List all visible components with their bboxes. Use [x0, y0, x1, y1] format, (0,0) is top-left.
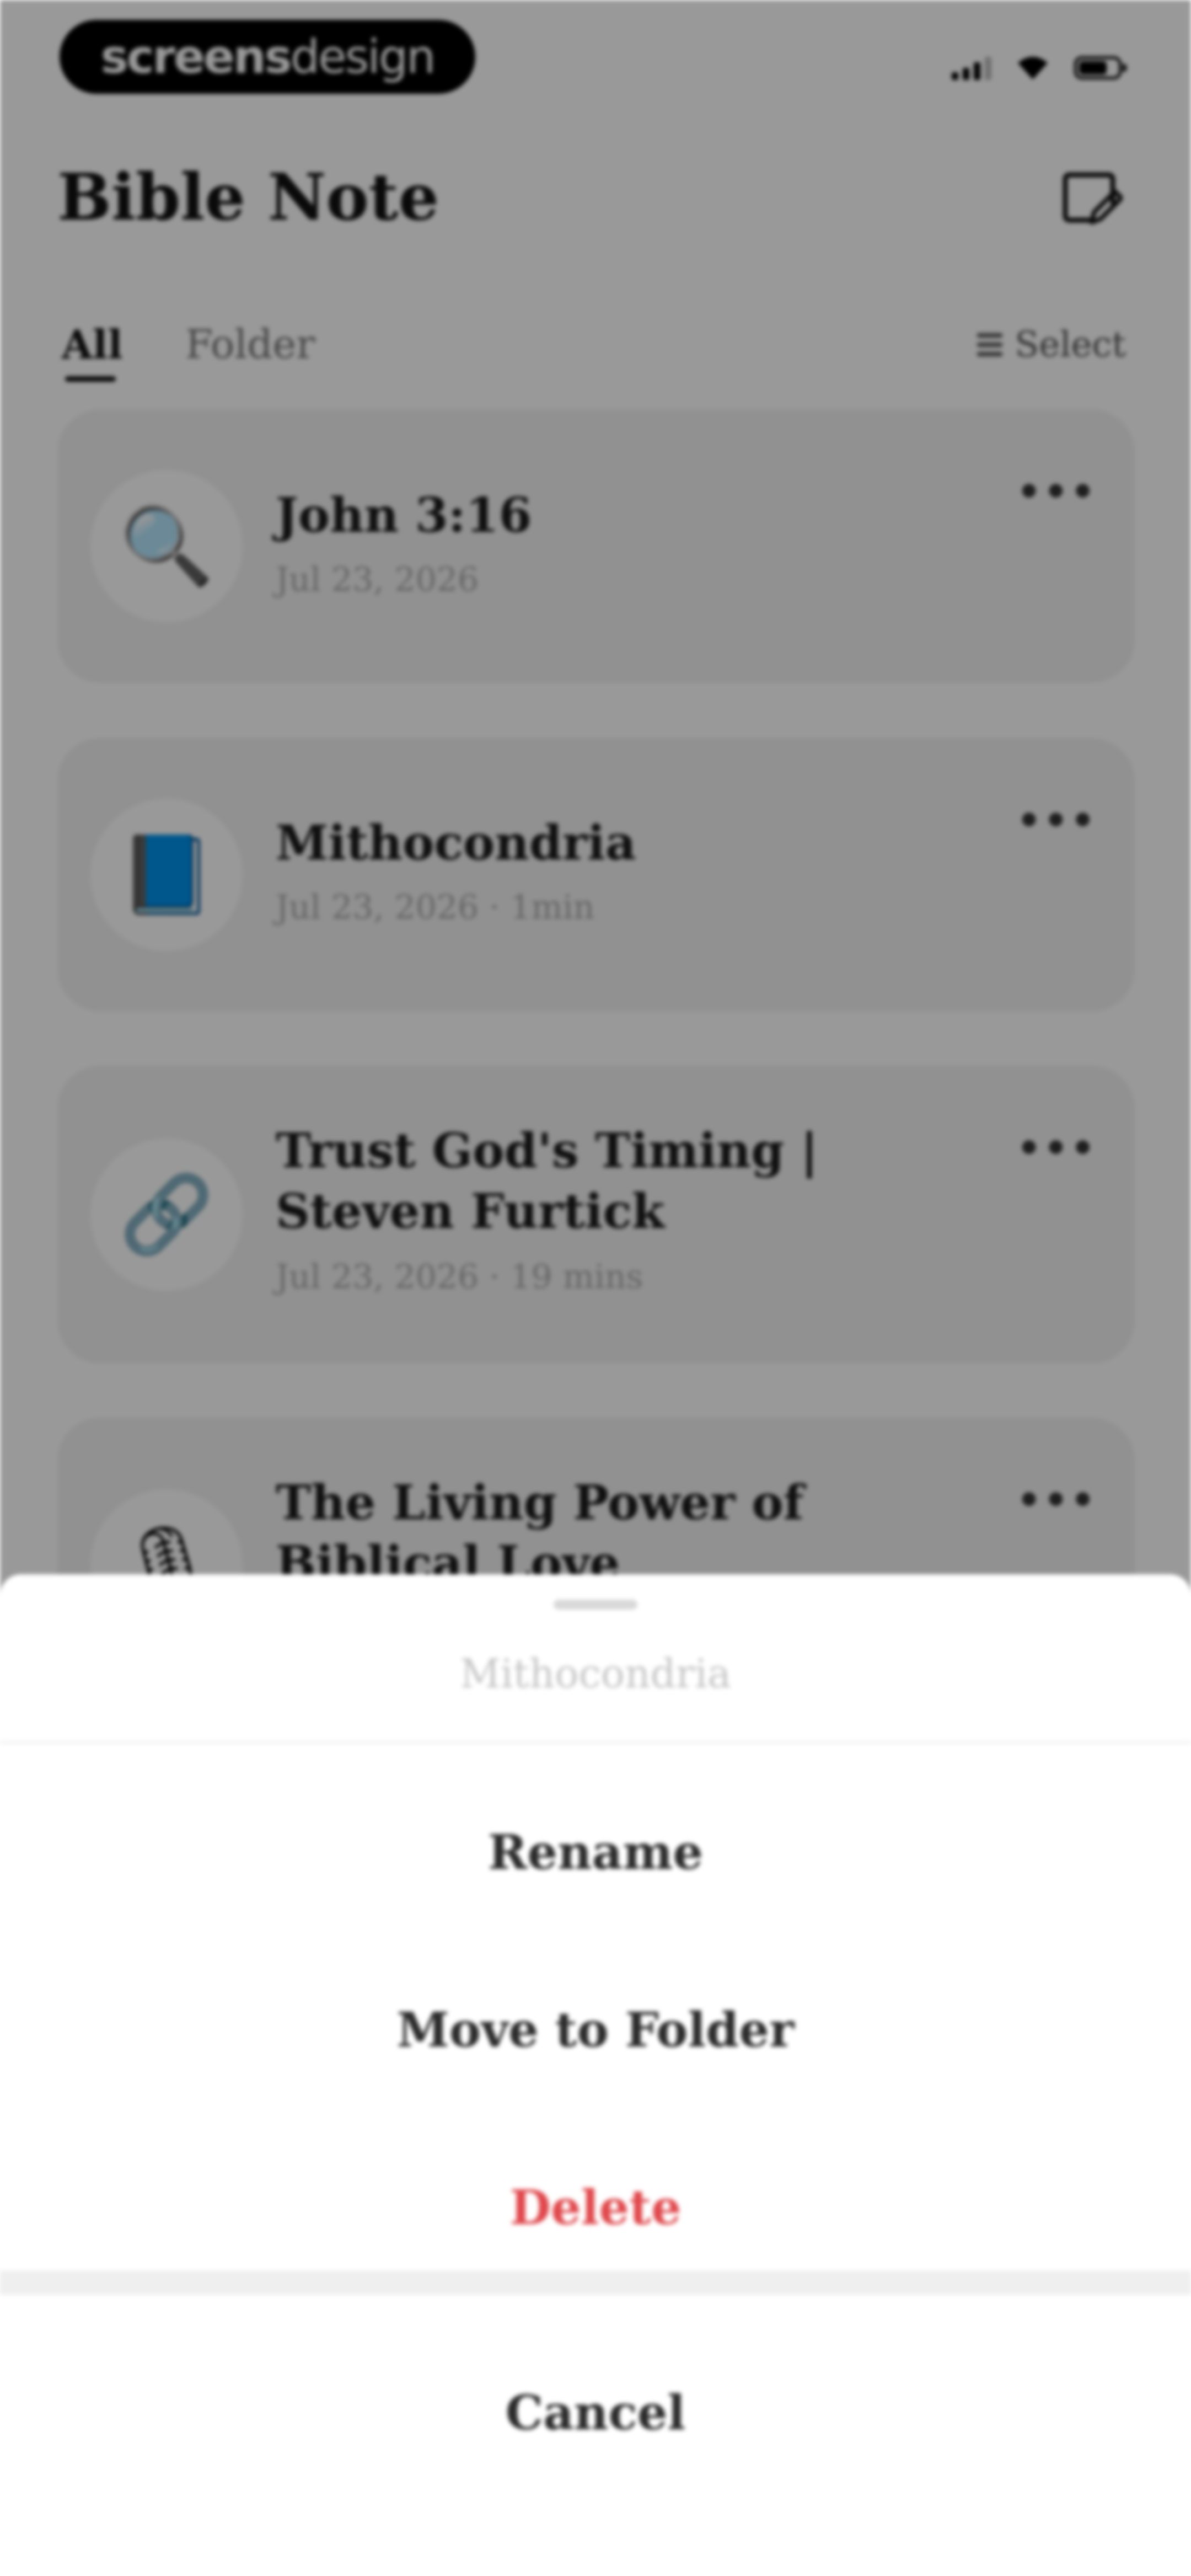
- drag-handle[interactable]: [554, 1600, 637, 1610]
- move-to-folder-button[interactable]: Move to Folder: [0, 2002, 1191, 2058]
- action-sheet: Mithocondria Rename Move to Folder Delet…: [0, 1574, 1191, 2576]
- action-sheet-title: Mithocondria: [460, 1650, 731, 1697]
- divider: [0, 1741, 1191, 1744]
- screen: screens design Bible Note All Folder Sele…: [0, 0, 1191, 2576]
- rename-button[interactable]: Rename: [0, 1825, 1191, 1880]
- sheet-separator: [0, 2270, 1191, 2295]
- cancel-button[interactable]: Cancel: [0, 2385, 1191, 2441]
- delete-button[interactable]: Delete: [0, 2180, 1191, 2236]
